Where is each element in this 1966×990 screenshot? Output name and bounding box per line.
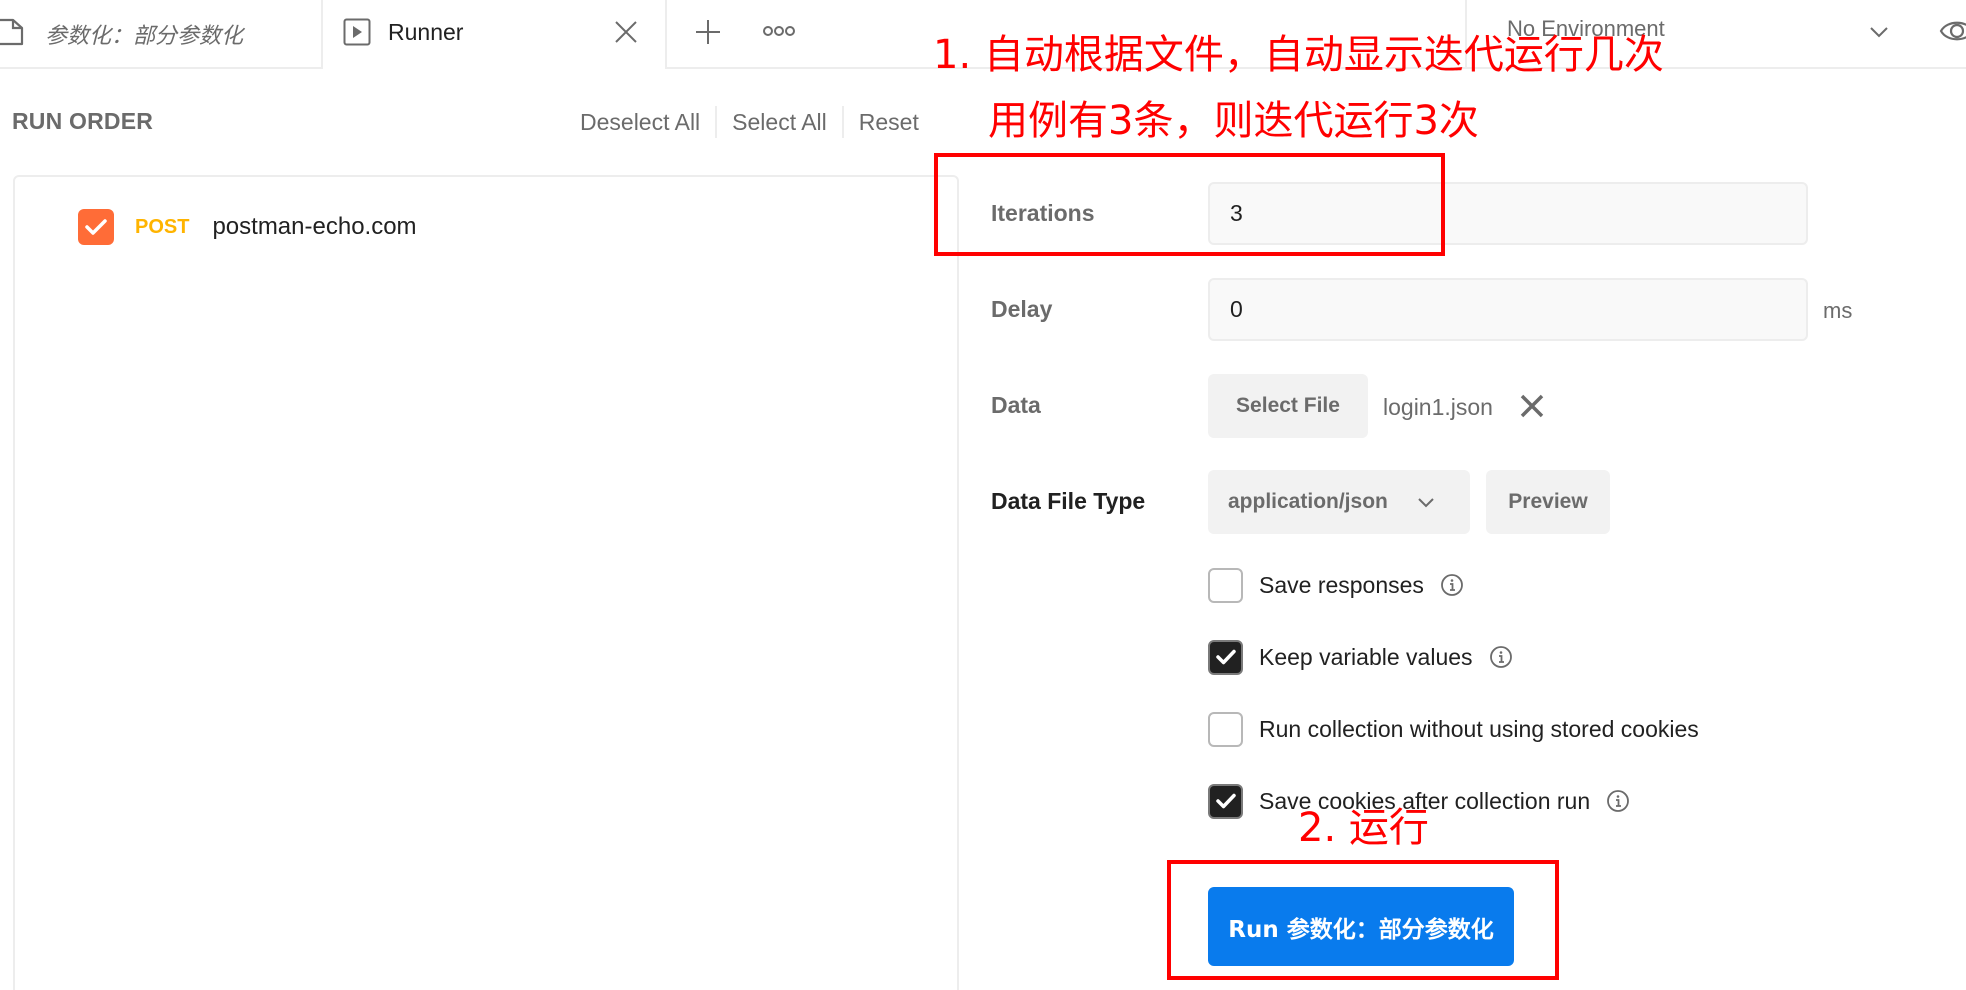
delay-label: Delay xyxy=(991,296,1053,322)
info-icon[interactable] xyxy=(1489,645,1513,669)
tab-label: Runner xyxy=(388,19,464,45)
data-label: Data xyxy=(991,392,1041,418)
annotation-note-1-line-2: 用例有3条，则迭代运行3次 xyxy=(988,98,1479,144)
annotation-note-2: 2. 运行 xyxy=(1298,805,1429,851)
delay-unit: ms xyxy=(1823,298,1853,323)
chevron-down-icon xyxy=(1418,498,1434,508)
run-without-cookies-checkbox[interactable] xyxy=(1208,711,1243,747)
request-name: postman-echo.com xyxy=(212,213,417,240)
run-order-actions: Deselect All Select All Reset xyxy=(560,106,934,138)
data-file-name: login1.json xyxy=(1383,394,1493,420)
tab-label: 参数化：部分参数化 xyxy=(45,24,244,49)
keep-variable-values-checkbox[interactable] xyxy=(1208,639,1243,675)
select-all-button[interactable]: Select All xyxy=(717,106,842,138)
option-save-responses[interactable]: Save responses xyxy=(1208,567,1464,603)
checkmark-icon xyxy=(85,219,107,235)
info-icon[interactable] xyxy=(1440,573,1464,597)
data-file-type-label: Data File Type xyxy=(991,488,1146,514)
save-responses-checkbox[interactable] xyxy=(1208,567,1243,603)
option-label: Keep variable values xyxy=(1259,643,1473,670)
delay-input[interactable]: 0 xyxy=(1208,278,1808,341)
eye-icon[interactable] xyxy=(1939,14,1966,48)
remove-file-icon[interactable] xyxy=(1518,392,1546,420)
run-order-title: RUN ORDER xyxy=(12,108,154,134)
info-icon[interactable] xyxy=(1606,789,1630,813)
option-label: Run collection without using stored cook… xyxy=(1259,715,1699,742)
data-file-type-value: application/json xyxy=(1228,490,1388,513)
annotation-note-1-line-1: 1. 自动根据文件，自动显示迭代运行几次 xyxy=(933,32,1664,78)
select-file-button[interactable]: Select File xyxy=(1208,374,1368,438)
close-tab-icon[interactable] xyxy=(613,19,639,45)
runner-play-icon xyxy=(343,18,371,46)
data-file-type-select[interactable]: application/json xyxy=(1208,470,1470,534)
chevron-down-icon[interactable] xyxy=(1867,20,1891,44)
option-label: Save responses xyxy=(1259,571,1424,598)
reset-button[interactable]: Reset xyxy=(844,106,934,138)
request-checkbox[interactable] xyxy=(78,209,114,245)
option-run-without-cookies[interactable]: Run collection without using stored cook… xyxy=(1208,711,1699,747)
plus-icon[interactable] xyxy=(694,18,722,46)
collection-doc-icon xyxy=(0,18,24,46)
save-cookies-checkbox[interactable] xyxy=(1208,783,1243,819)
list-item[interactable]: POST postman-echo.com xyxy=(78,207,417,247)
preview-button[interactable]: Preview xyxy=(1486,470,1610,534)
checkmark-icon xyxy=(1215,793,1236,809)
tab-runner[interactable]: Runner xyxy=(323,0,667,69)
more-options-icon[interactable] xyxy=(762,22,796,40)
deselect-all-button[interactable]: Deselect All xyxy=(560,106,715,138)
option-keep-variable-values[interactable]: Keep variable values xyxy=(1208,639,1513,675)
iterations-input[interactable]: 3 xyxy=(1208,182,1808,245)
request-method: POST xyxy=(135,215,190,238)
run-order-list: POST postman-echo.com xyxy=(13,175,959,990)
run-collection-button[interactable]: Run 参数化：部分参数化 xyxy=(1208,887,1514,966)
checkmark-icon xyxy=(1215,649,1236,665)
iterations-label: Iterations xyxy=(991,200,1095,226)
tab-collection[interactable]: 参数化：部分参数化 xyxy=(0,0,323,69)
